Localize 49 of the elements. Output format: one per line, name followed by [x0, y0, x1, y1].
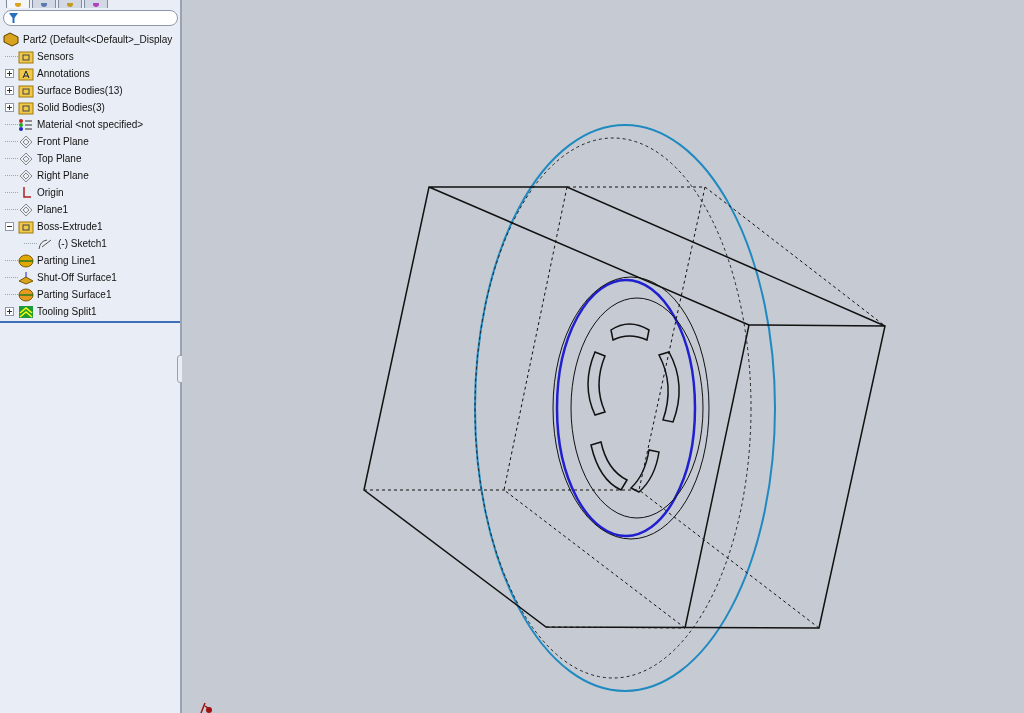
- tree-item[interactable]: Parting Surface1: [37, 289, 112, 300]
- tree-item[interactable]: Shut-Off Surface1: [37, 272, 117, 283]
- plus-icon: [6, 104, 13, 111]
- tab-icon: [66, 3, 74, 8]
- material-icon: [18, 117, 34, 132]
- expand-toggle[interactable]: [5, 103, 14, 112]
- filter-icon: [9, 13, 18, 23]
- parting-icon: [18, 287, 34, 302]
- expand-toggle[interactable]: [5, 86, 14, 95]
- tree-item[interactable]: Sensors: [37, 51, 74, 62]
- tree-item[interactable]: Surface Bodies(13): [37, 85, 123, 96]
- minus-icon: [6, 223, 13, 230]
- parting-icon: [18, 253, 34, 268]
- tree-item[interactable]: Material <not specified>: [37, 119, 144, 130]
- folder-icon: [18, 49, 34, 64]
- tree-item[interactable]: Boss-Extrude1: [37, 221, 103, 232]
- folder-icon: [18, 219, 34, 234]
- plane-icon: [18, 134, 34, 149]
- plus-icon: [6, 70, 13, 77]
- tree-item[interactable]: (-) Sketch1: [58, 238, 107, 249]
- tree-item[interactable]: Front Plane: [37, 136, 89, 147]
- tree-item[interactable]: Top Plane: [37, 153, 82, 164]
- plus-icon: [6, 308, 13, 315]
- tab-icon: [14, 3, 22, 8]
- expand-toggle[interactable]: [5, 307, 14, 316]
- triad-icon: [200, 702, 212, 713]
- expand-toggle[interactable]: [5, 69, 14, 78]
- folder-icon: [18, 66, 34, 81]
- tree-item[interactable]: Tooling Split1: [37, 306, 97, 317]
- tab-icon: [40, 3, 48, 8]
- folder-icon: [18, 100, 34, 115]
- plane-icon: [18, 151, 34, 166]
- plus-icon: [6, 87, 13, 94]
- plane-icon: [18, 168, 34, 183]
- tree-item[interactable]: Part2 (Default<<Default>_Display: [23, 34, 173, 45]
- collapse-toggle[interactable]: [5, 222, 14, 231]
- tab-icon: [92, 3, 100, 8]
- tree-item[interactable]: Right Plane: [37, 170, 89, 181]
- filter-field[interactable]: [3, 10, 178, 26]
- tree-item[interactable]: Annotations: [37, 68, 90, 79]
- shutoff-surface-icon: [18, 270, 34, 285]
- part-icon: [2, 32, 20, 47]
- tree-item[interactable]: Origin: [37, 187, 64, 198]
- folder-icon: [18, 83, 34, 98]
- tree-item[interactable]: Solid Bodies(3): [37, 102, 105, 113]
- tree-item[interactable]: Plane1: [37, 204, 69, 215]
- tooling-split-icon: [18, 304, 34, 319]
- plane-icon: [18, 202, 34, 217]
- tree-item[interactable]: Parting Line1: [37, 255, 96, 266]
